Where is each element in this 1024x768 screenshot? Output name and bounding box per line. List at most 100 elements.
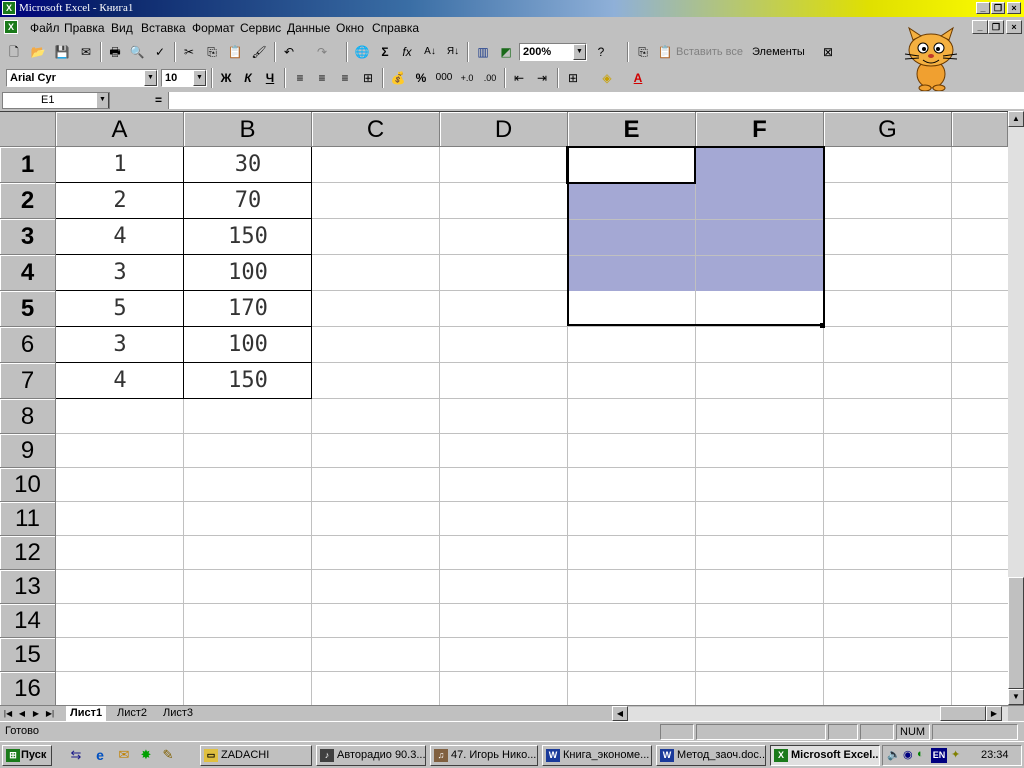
undo-icon[interactable]: ↶ (279, 42, 299, 62)
minimize-button[interactable]: _ (976, 2, 990, 14)
row-header-3[interactable]: 3 (0, 219, 56, 255)
name-box[interactable]: E1 ▼ (2, 92, 110, 109)
menu-insert[interactable]: Вставка (141, 21, 186, 35)
column-header-e[interactable]: E (568, 112, 696, 147)
tray-app-icon[interactable]: ◐ (917, 748, 924, 760)
font-size-select[interactable]: 10 ▼ (161, 69, 207, 87)
column-header-c[interactable]: C (312, 112, 440, 147)
first-sheet-icon[interactable]: |◀ (2, 707, 14, 720)
column-header-b[interactable]: B (184, 112, 312, 147)
chevron-down-icon[interactable]: ▼ (573, 44, 586, 60)
scroll-right-icon[interactable]: ▶ (986, 706, 1002, 721)
row-header-5[interactable]: 5 (0, 291, 56, 327)
start-button[interactable]: ⊞ Пуск (2, 745, 52, 766)
scroll-down-icon[interactable]: ▼ (1008, 689, 1024, 705)
task-excel[interactable]: X Microsoft Excel... (770, 745, 880, 766)
merge-center-icon[interactable]: ⊞ (358, 68, 378, 88)
row-header-16[interactable]: 16 (0, 672, 56, 705)
align-center-icon[interactable]: ≡ (312, 68, 332, 88)
menu-file[interactable]: Файл (30, 21, 60, 35)
menu-format[interactable]: Формат (192, 21, 235, 35)
quick-launch-icon[interactable]: ✎ (160, 747, 176, 763)
last-sheet-icon[interactable]: ▶| (44, 707, 56, 720)
column-header-d[interactable]: D (440, 112, 568, 147)
show-desktop-icon[interactable]: ⇆ (68, 747, 84, 763)
autosum-icon[interactable]: Σ (375, 42, 395, 62)
percent-button[interactable]: % (411, 68, 431, 88)
cell-a2[interactable]: 2 (56, 183, 184, 219)
align-left-icon[interactable]: ≡ (290, 68, 310, 88)
permissions-icon[interactable]: ✉ (76, 42, 96, 62)
cut-icon[interactable]: ✂ (179, 42, 199, 62)
task-igor[interactable]: ♫ 47. Игорь Нико... (430, 745, 538, 766)
column-header-a[interactable]: A (56, 112, 184, 147)
italic-button[interactable]: К (238, 68, 258, 88)
task-zadachi[interactable]: ▭ ZADACHI (200, 745, 312, 766)
sheet-tab-1[interactable]: Лист1 (66, 706, 107, 721)
thousands-button[interactable]: 000 (434, 68, 454, 88)
row-header-8[interactable]: 8 (0, 399, 56, 434)
scroll-up-icon[interactable]: ▲ (1008, 111, 1024, 127)
menu-data[interactable]: Данные (287, 21, 330, 35)
menu-edit[interactable]: Правка (64, 21, 105, 35)
column-header-h[interactable] (952, 112, 1008, 147)
sheet-tab-2[interactable]: Лист2 (113, 706, 152, 721)
fill-color-icon[interactable]: ◈ (597, 68, 617, 88)
hscroll-thumb[interactable] (940, 706, 986, 721)
align-right-icon[interactable]: ≡ (335, 68, 355, 88)
sheet-tab-3[interactable]: Лист3 (159, 706, 198, 721)
new-icon[interactable]: 🗋 (4, 42, 24, 62)
menu-view[interactable]: Вид (111, 21, 133, 35)
chevron-down-icon[interactable]: ▼ (96, 93, 109, 108)
elements-button[interactable]: Элементы (752, 46, 805, 58)
print-icon[interactable]: 🖶 (105, 42, 125, 62)
copy-clip-icon[interactable]: ⎘ (633, 42, 653, 62)
task-metod[interactable]: W Метод_заоч.doc... (656, 745, 766, 766)
decrease-decimal-icon[interactable]: .00 (480, 68, 500, 88)
drawing-icon[interactable]: ◩ (496, 42, 516, 62)
cell-a6[interactable]: 3 (56, 327, 184, 363)
row-header-9[interactable]: 9 (0, 434, 56, 468)
cell-b2[interactable]: 70 (184, 183, 312, 219)
paste-icon[interactable]: 📋 (225, 42, 245, 62)
fill-handle[interactable] (820, 323, 825, 328)
row-header-14[interactable]: 14 (0, 604, 56, 638)
bold-button[interactable]: Ж (216, 68, 236, 88)
chart-wizard-icon[interactable]: ▥ (473, 42, 493, 62)
redo-icon[interactable]: ↷ (312, 42, 332, 62)
prev-sheet-icon[interactable]: ◀ (16, 707, 28, 720)
scroll-left-icon[interactable]: ◀ (612, 706, 628, 721)
row-header-7[interactable]: 7 (0, 363, 56, 399)
currency-icon[interactable]: 💰 (388, 68, 408, 88)
outlook-icon[interactable]: ✉ (116, 747, 132, 763)
horizontal-scrollbar[interactable]: ◀ ▶ (612, 706, 1008, 721)
row-header-15[interactable]: 15 (0, 638, 56, 672)
zoom-select[interactable]: 200% ▼ (519, 43, 587, 61)
borders-icon[interactable]: ⊞ (563, 68, 583, 88)
cell-b7[interactable]: 150 (184, 363, 312, 399)
clear-clipboard-icon[interactable]: ⊠ (818, 42, 838, 62)
menu-window[interactable]: Окно (336, 21, 364, 35)
task-avtoradio[interactable]: ♪ Авторадио 90.3... (316, 745, 426, 766)
doc-close-button[interactable]: × (1006, 20, 1022, 34)
cell-b5[interactable]: 170 (184, 291, 312, 327)
chevron-down-icon[interactable]: ▼ (193, 70, 206, 86)
help-icon[interactable]: ? (591, 42, 611, 62)
cell-b1[interactable]: 30 (184, 147, 312, 183)
chevron-down-icon[interactable]: ▼ (144, 70, 157, 86)
menu-tools[interactable]: Сервис (240, 21, 281, 35)
workbook-icon[interactable]: X (4, 20, 18, 34)
row-header-4[interactable]: 4 (0, 255, 56, 291)
cell-a1[interactable]: 1 (56, 147, 184, 183)
row-header-13[interactable]: 13 (0, 570, 56, 604)
paste-all-icon[interactable]: 📋 (655, 42, 675, 62)
language-indicator[interactable]: EN (931, 748, 947, 763)
sort-descending-icon[interactable]: Я↓ (443, 42, 463, 62)
internet-explorer-icon[interactable]: e (92, 747, 108, 763)
copy-icon[interactable]: ⎘ (202, 42, 222, 62)
tray-app-icon[interactable]: ✦ (951, 748, 960, 761)
formula-input[interactable] (168, 92, 1024, 109)
column-header-f[interactable]: F (696, 112, 824, 147)
network-icon[interactable]: ◉ (903, 748, 913, 761)
excel-app-icon[interactable]: X (2, 1, 16, 15)
